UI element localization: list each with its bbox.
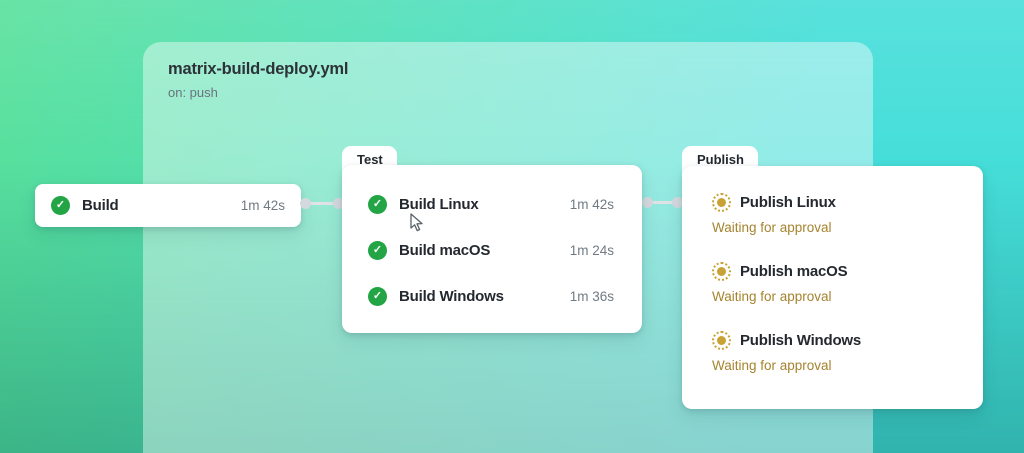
job-item-publish-windows[interactable]: Publish Windows Waiting for approval [712, 328, 955, 373]
job-label: Publish Linux [740, 194, 836, 211]
job-status-text: Waiting for approval [712, 358, 955, 373]
waiting-circle-icon [712, 193, 731, 212]
connector-dot [300, 198, 311, 209]
connector-dot [642, 197, 653, 208]
job-row-build-linux[interactable]: ✓ Build Linux 1m 42s [342, 181, 642, 227]
check-circle-icon: ✓ [368, 241, 387, 260]
check-circle-icon: ✓ [368, 195, 387, 214]
job-duration: 1m 42s [570, 197, 614, 212]
check-circle-icon: ✓ [368, 287, 387, 306]
job-label: Build Windows [399, 288, 504, 305]
job-label: Publish Windows [740, 332, 861, 349]
job-status-text: Waiting for approval [712, 220, 955, 235]
workflow-trigger: on: push [168, 85, 348, 100]
mouse-cursor-icon [410, 213, 424, 233]
job-card-build[interactable]: ✓ Build 1m 42s [35, 184, 301, 227]
job-label: Build [82, 197, 119, 214]
job-label: Build Linux [399, 196, 478, 213]
waiting-circle-icon [712, 331, 731, 350]
job-duration: 1m 36s [570, 289, 614, 304]
job-label: Build macOS [399, 242, 490, 259]
workflow-title: matrix-build-deploy.yml [168, 60, 348, 79]
job-item-publish-linux[interactable]: Publish Linux Waiting for approval [712, 190, 955, 235]
check-circle-icon: ✓ [51, 196, 70, 215]
job-status-text: Waiting for approval [712, 289, 955, 304]
job-label: Publish macOS [740, 263, 847, 280]
workflow-header: matrix-build-deploy.yml on: push [168, 60, 348, 100]
job-group-publish: Publish Linux Waiting for approval Publi… [682, 166, 983, 409]
job-group-test: ✓ Build Linux 1m 42s ✓ Build macOS 1m 24… [342, 165, 642, 333]
job-item-publish-macos[interactable]: Publish macOS Waiting for approval [712, 259, 955, 304]
job-row-build-windows[interactable]: ✓ Build Windows 1m 36s [342, 273, 642, 319]
job-duration: 1m 42s [241, 198, 285, 213]
job-row-build-macos[interactable]: ✓ Build macOS 1m 24s [342, 227, 642, 273]
job-duration: 1m 24s [570, 243, 614, 258]
waiting-circle-icon [712, 262, 731, 281]
